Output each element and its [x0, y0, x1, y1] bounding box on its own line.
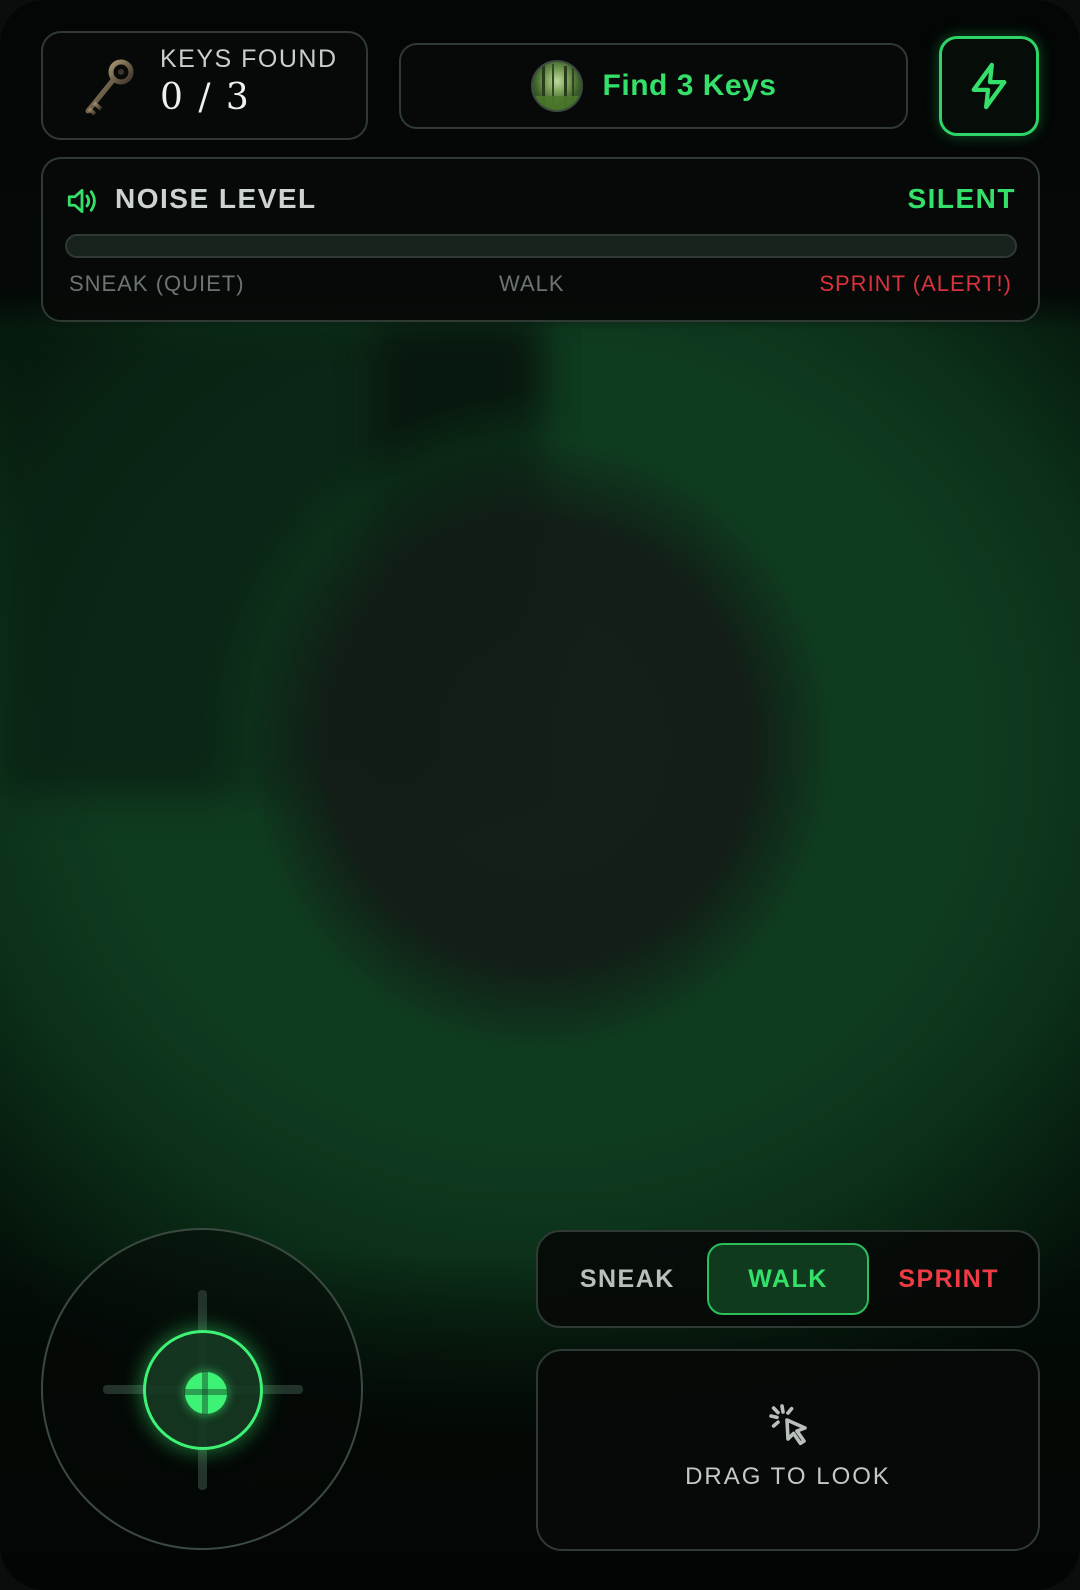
flashlight-boost-button[interactable] [939, 36, 1039, 136]
noise-level-title: NOISE LEVEL [115, 183, 317, 214]
noise-level-panel: NOISE LEVEL SILENT SNEAK (QUIET) WALK SP… [41, 157, 1040, 322]
objective-text: Find 3 Keys [602, 69, 777, 102]
keys-found-panel: KEYS FOUND 0 / 3 [41, 31, 368, 140]
forest-thumbnail [530, 60, 583, 112]
speaker-icon [67, 188, 96, 214]
movement-speed-selector: SNEAK WALK SPRINT [536, 1230, 1040, 1328]
movement-joystick[interactable] [41, 1228, 363, 1550]
objective-panel: Find 3 Keys [399, 43, 908, 129]
noise-marker-walk: WALK [499, 271, 565, 296]
noise-meter [65, 234, 1017, 258]
key-icon [85, 59, 134, 116]
cursor-click-icon [769, 1404, 807, 1446]
keys-found-count: 0 / 3 [160, 77, 251, 118]
speed-option-sneak[interactable]: SNEAK [548, 1243, 707, 1315]
speed-option-walk[interactable]: WALK [706, 1243, 870, 1315]
joystick-knob[interactable] [143, 1330, 263, 1450]
keys-found-label: KEYS FOUND [160, 45, 338, 73]
noise-status: SILENT [907, 183, 1016, 214]
look-pad-label: DRAG TO LOOK [685, 1463, 891, 1490]
noise-marker-sneak: SNEAK (QUIET) [69, 271, 245, 296]
speed-option-sprint[interactable]: SPRINT [869, 1243, 1028, 1315]
joystick-center-dot [184, 1371, 228, 1415]
look-drag-pad[interactable]: DRAG TO LOOK [536, 1349, 1040, 1551]
lightning-bolt-icon [971, 62, 1007, 110]
noise-marker-sprint: SPRINT (ALERT!) [819, 271, 1012, 296]
game-screen: KEYS FOUND 0 / 3 Find 3 Keys NOISE LEVEL [0, 0, 1080, 1590]
